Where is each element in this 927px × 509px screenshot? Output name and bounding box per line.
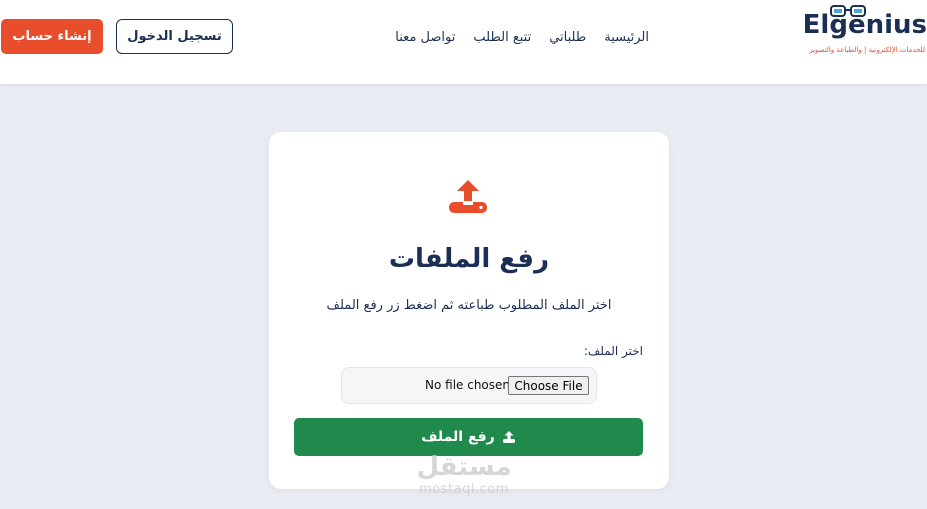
- nav-item-home[interactable]: الرئيسية: [604, 30, 649, 45]
- logo-el: El: [802, 10, 830, 40]
- nav-item-my-orders[interactable]: طلباتي: [549, 30, 586, 45]
- file-status-text: No file chosen: [425, 378, 511, 392]
- logo-tagline: للخدمات الإلكترونية | والطباعة والتصوير: [809, 46, 925, 54]
- main-nav: الرئيسية طلباتي تتبع الطلب تواصل معنا: [395, 30, 649, 45]
- site-logo[interactable]: Elgenius للخدمات الإلكترونية | والطباعة …: [803, 4, 927, 64]
- watermark-latin: mostaql.com: [419, 482, 509, 497]
- watermark-arabic: مستقل: [416, 452, 512, 482]
- site-header: Elgenius للخدمات الإلكترونية | والطباعة …: [0, 0, 927, 84]
- nav-item-contact[interactable]: تواصل معنا: [395, 30, 455, 45]
- nav-item-track-order[interactable]: تتبع الطلب: [473, 30, 531, 45]
- upload-icon: [449, 180, 487, 213]
- upload-card: رفع الملفات اختر الملف المطلوب طباعته ثم…: [269, 132, 669, 489]
- upload-submit-button[interactable]: رفع الملف: [294, 418, 643, 456]
- upload-small-icon: [502, 431, 515, 443]
- logo-genius: genius: [829, 10, 927, 40]
- file-input[interactable]: No file chosen Choose File: [341, 367, 597, 404]
- choose-file-button[interactable]: Choose File: [508, 376, 589, 395]
- watermark: مستقل mostaql.com: [405, 452, 525, 502]
- upload-description: اختر الملف المطلوب طباعته ثم اضغط زر رفع…: [326, 298, 612, 313]
- logo-wordmark: Elgenius: [803, 10, 927, 40]
- register-button[interactable]: إنشاء حساب: [1, 19, 103, 54]
- upload-submit-label: رفع الملف: [421, 429, 495, 445]
- page-title: رفع الملفات: [388, 244, 550, 274]
- login-button[interactable]: تسجيل الدخول: [116, 19, 233, 54]
- file-field-label: اختر الملف:: [583, 344, 643, 358]
